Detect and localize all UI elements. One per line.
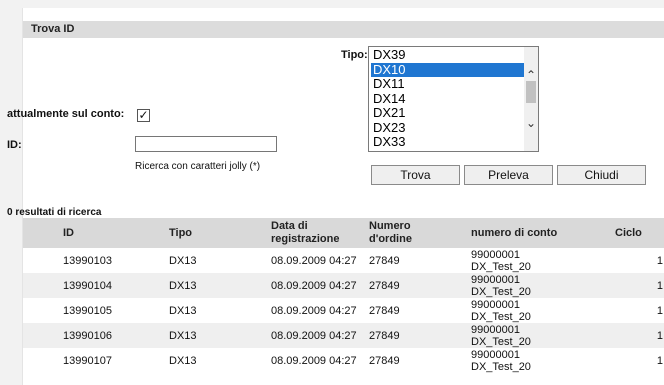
cell-type: DX13 bbox=[169, 305, 197, 317]
cell-cycle: 1 bbox=[656, 255, 663, 267]
tipo-option[interactable]: DX14 bbox=[371, 91, 524, 106]
col-cycle: Ciclo bbox=[615, 227, 642, 239]
id-input[interactable] bbox=[135, 136, 277, 152]
table-row[interactable]: 13990107 DX13 08.09.2009 04:27 27849 9900000… bbox=[23, 348, 664, 373]
cell-date: 08.09.2009 04:27 bbox=[271, 330, 357, 342]
current-account-label: attualmente sul conto: bbox=[7, 108, 125, 120]
cell-account-name: DX_Test_20 bbox=[471, 361, 531, 373]
tipo-option[interactable]: DX39 bbox=[371, 48, 524, 62]
tipo-option[interactable]: DX11 bbox=[371, 77, 524, 91]
cell-account-name: DX_Test_20 bbox=[471, 311, 531, 323]
cell-type: DX13 bbox=[169, 255, 197, 267]
cell-order: 27849 bbox=[369, 305, 400, 317]
withdraw-button[interactable]: Preleva bbox=[464, 165, 553, 185]
col-id: ID bbox=[63, 227, 74, 239]
close-button[interactable]: Chiudi bbox=[557, 165, 646, 185]
cell-account-number: 99000001 bbox=[471, 349, 520, 361]
cell-account-name: DX_Test_20 bbox=[471, 286, 531, 298]
cell-date: 08.09.2009 04:27 bbox=[271, 255, 357, 267]
cell-account-number: 99000001 bbox=[471, 299, 520, 311]
tipo-label: Tipo: bbox=[341, 49, 368, 61]
cell-type: DX13 bbox=[169, 280, 197, 292]
cell-order: 27849 bbox=[369, 330, 400, 342]
panel-title: Trova ID bbox=[31, 23, 75, 35]
tipo-scrollbar[interactable]: ⌃ ⌄ bbox=[524, 47, 538, 151]
results-table-header: ID Tipo Data di registrazione Numero d'o… bbox=[23, 218, 664, 248]
current-account-checkbox[interactable]: ✓ bbox=[137, 109, 150, 122]
col-date-line2: registrazione bbox=[271, 233, 340, 245]
find-button[interactable]: Trova bbox=[371, 165, 460, 185]
cell-cycle: 1 bbox=[656, 330, 663, 342]
find-id-panel: Trova ID Tipo: DX39 DX10 DX11 DX14 DX21 DX23 D… bbox=[7, 8, 664, 385]
cell-account-number: 99000001 bbox=[471, 324, 520, 336]
scroll-thumb[interactable] bbox=[526, 81, 536, 103]
cell-id: 13990107 bbox=[63, 355, 112, 367]
scroll-up-icon[interactable]: ⌃ bbox=[525, 69, 537, 81]
cell-order: 27849 bbox=[369, 280, 400, 292]
cell-type: DX13 bbox=[169, 355, 197, 367]
checkmark-icon: ✓ bbox=[138, 108, 149, 122]
cell-id: 13990104 bbox=[63, 280, 112, 292]
tipo-option[interactable]: DX33 bbox=[371, 135, 524, 149]
cell-order: 27849 bbox=[369, 355, 400, 367]
cell-date: 08.09.2009 04:27 bbox=[271, 355, 357, 367]
col-date-line1: Data di bbox=[271, 220, 308, 232]
col-date: Data di registrazione bbox=[271, 220, 339, 246]
cell-date: 08.09.2009 04:27 bbox=[271, 280, 357, 292]
col-account: numero di conto bbox=[471, 227, 558, 239]
tipo-option[interactable]: DX21 bbox=[371, 106, 524, 120]
cell-cycle: 1 bbox=[656, 305, 663, 317]
table-row[interactable]: 13990106 DX13 08.09.2009 04:27 27849 9900000… bbox=[23, 323, 664, 348]
col-order-line1: Numero bbox=[369, 220, 411, 232]
tipo-option[interactable]: DX23 bbox=[371, 120, 524, 135]
cell-id: 13990106 bbox=[63, 330, 112, 342]
cell-account-number: 99000001 bbox=[471, 274, 520, 286]
col-order: Numero d'ordine bbox=[369, 220, 412, 246]
cell-type: DX13 bbox=[169, 330, 197, 342]
tipo-listbox[interactable]: DX39 DX10 DX11 DX14 DX21 DX23 DX33 ⌃ ⌄ bbox=[368, 46, 539, 152]
cell-account-number: 99000001 bbox=[471, 249, 520, 261]
tipo-option[interactable]: DX10 bbox=[371, 62, 524, 77]
results-count: 0 resultati di ricerca bbox=[7, 207, 102, 218]
table-row[interactable]: 13990104 DX13 08.09.2009 04:27 27849 9900000… bbox=[23, 273, 664, 298]
cell-account-name: DX_Test_20 bbox=[471, 261, 531, 273]
cell-account-name: DX_Test_20 bbox=[471, 336, 531, 348]
col-order-line2: d'ordine bbox=[369, 233, 412, 245]
cell-order: 27849 bbox=[369, 255, 400, 267]
cell-cycle: 1 bbox=[656, 355, 663, 367]
cell-date: 08.09.2009 04:27 bbox=[271, 305, 357, 317]
table-row[interactable]: 13990105 DX13 08.09.2009 04:27 27849 9900000… bbox=[23, 298, 664, 323]
cell-id: 13990105 bbox=[63, 305, 112, 317]
scroll-down-icon[interactable]: ⌄ bbox=[525, 117, 537, 129]
wildcard-hint: Ricerca con caratteri jolly (*) bbox=[135, 161, 261, 172]
id-label: ID: bbox=[7, 139, 22, 151]
cell-id: 13990103 bbox=[63, 255, 112, 267]
col-type: Tipo bbox=[169, 227, 193, 239]
panel-title-bar: Trova ID bbox=[23, 21, 664, 38]
table-row[interactable]: 13990103 DX13 08.09.2009 04:27 27849 9900000… bbox=[23, 248, 664, 273]
cell-cycle: 1 bbox=[656, 280, 663, 292]
